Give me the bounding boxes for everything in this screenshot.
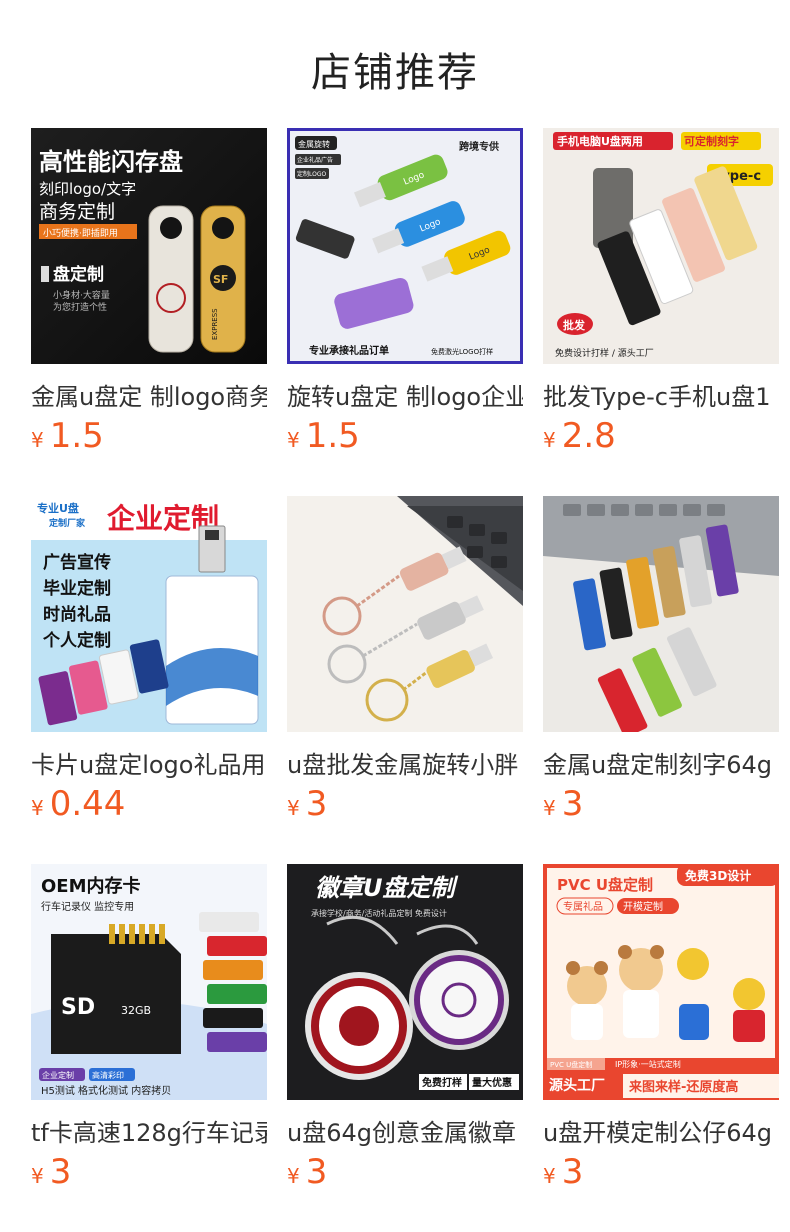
currency-symbol: ¥ (287, 796, 300, 820)
product-name[interactable]: u盘批发金属旋转小胖 (287, 745, 523, 780)
svg-text:来图来样-还原度高: 来图来样-还原度高 (628, 1079, 738, 1095)
svg-text:定制厂家: 定制厂家 (48, 517, 86, 529)
svg-text:刻印logo/文字: 刻印logo/文字 (39, 180, 136, 198)
product-name[interactable]: 金属u盘定 制logo商务礼品 (31, 377, 267, 412)
svg-text:OEM内存卡: OEM内存卡 (41, 875, 141, 897)
svg-text:行车记录仪 监控专用: 行车记录仪 监控专用 (41, 900, 134, 913)
price-value: 2.8 (561, 416, 616, 456)
product-name[interactable]: 卡片u盘定logo礼品用 (31, 745, 267, 780)
svg-text:跨境专供: 跨境专供 (459, 140, 499, 153)
svg-text:SF: SF (213, 273, 228, 286)
price-value: 3 (49, 1152, 72, 1192)
product-price: ¥1.5 (287, 416, 360, 456)
svg-text:为您打造个性: 为您打造个性 (53, 301, 107, 313)
image-headline: 高性能闪存盘 (39, 148, 183, 176)
product-image[interactable]: 高性能闪存盘 刻印logo/文字 商务定制 小巧便携·即插即用 盘定制 小身材·… (31, 128, 267, 364)
shop-recommend-page: 店铺推荐 高性能闪存盘 刻印logo/文字 商务定制 小巧便携·即插即用 盘定制… (0, 0, 790, 1232)
currency-symbol: ¥ (543, 428, 556, 452)
product-name[interactable]: u盘64g创意金属徽章 (287, 1113, 523, 1148)
price-value: 1.5 (305, 416, 360, 456)
svg-text:EXPRESS: EXPRESS (211, 308, 219, 340)
product-price: ¥2.8 (543, 416, 616, 456)
price-value: 3 (561, 1152, 584, 1192)
svg-text:免费设计打样 / 源头工厂: 免费设计打样 / 源头工厂 (555, 347, 654, 359)
svg-text:企业定制: 企业定制 (42, 1070, 74, 1080)
price-value: 3 (305, 1152, 328, 1192)
svg-text:广告宣传: 广告宣传 (43, 552, 111, 573)
product-image[interactable]: 手机电脑U盘两用 可定制刻字 Type-c 批发 免费设计打样 / 源头工厂 (543, 128, 779, 364)
product-image[interactable]: 专业U盘 定制厂家 企业定制 广告宣传 毕业定制 时尚礼品 个人定制 (31, 496, 267, 732)
product-price: ¥3 (31, 1152, 71, 1192)
product-image[interactable] (287, 496, 523, 732)
product-price: ¥3 (287, 784, 327, 824)
currency-symbol: ¥ (287, 1164, 300, 1188)
svg-text:小巧便携·即插即用: 小巧便携·即插即用 (43, 227, 118, 239)
currency-symbol: ¥ (31, 428, 44, 452)
svg-text:源头工厂: 源头工厂 (549, 1077, 605, 1094)
price-value: 1.5 (49, 416, 104, 456)
product-price: ¥3 (543, 784, 583, 824)
svg-text:个人定制: 个人定制 (42, 630, 111, 651)
svg-text:定制LOGO: 定制LOGO (297, 170, 327, 178)
product-name[interactable]: u盘开模定制公仔64g (543, 1113, 779, 1148)
svg-text:商务定制: 商务定制 (39, 201, 115, 223)
svg-text:量大优惠: 量大优惠 (472, 1076, 512, 1089)
svg-text:手机电脑U盘两用: 手机电脑U盘两用 (557, 134, 643, 148)
product-image[interactable]: 徽章U盘定制 承接学校/商务/活动礼品定制 免费设计 免费打样 量大优惠 (287, 864, 523, 1100)
svg-text:IP形象·一站式定制: IP形象·一站式定制 (615, 1059, 681, 1069)
svg-text:PVC U盘定制: PVC U盘定制 (557, 876, 653, 894)
svg-text:32GB: 32GB (121, 1004, 151, 1017)
product-name[interactable]: 金属u盘定制刻字64g (543, 745, 779, 780)
svg-text:H5测试 格式化测试 内容拷贝: H5测试 格式化测试 内容拷贝 (41, 1084, 171, 1097)
product-price: ¥0.44 (31, 784, 125, 824)
price-value: 3 (561, 784, 584, 824)
svg-text:SD: SD (61, 995, 95, 1020)
svg-text:免费打样: 免费打样 (422, 1076, 462, 1089)
product-price: ¥1.5 (31, 416, 104, 456)
currency-symbol: ¥ (31, 796, 44, 820)
product-name[interactable]: 批发Type-c手机u盘1 (543, 377, 779, 412)
section-title: 店铺推荐 (311, 50, 479, 96)
product-price: ¥3 (543, 1152, 583, 1192)
currency-symbol: ¥ (543, 796, 556, 820)
svg-text:企业礼品广告: 企业礼品广告 (297, 156, 333, 164)
svg-text:小身材·大容量: 小身材·大容量 (53, 289, 110, 301)
svg-text:高清彩印: 高清彩印 (92, 1070, 124, 1080)
svg-text:批发: 批发 (563, 318, 586, 332)
currency-symbol: ¥ (31, 1164, 44, 1188)
svg-text:PVC U盘定制: PVC U盘定制 (550, 1060, 592, 1069)
currency-symbol: ¥ (287, 428, 300, 452)
svg-text:专业承接礼品订单: 专业承接礼品订单 (309, 344, 389, 357)
product-name[interactable]: 旋转u盘定 制logo企业礼品 (287, 377, 523, 412)
svg-text:盘定制: 盘定制 (53, 264, 104, 285)
product-image[interactable]: PVC U盘定制 免费3D设计 专属礼品 开模定制 PVC U盘定制 IP形象·… (543, 864, 779, 1100)
svg-text:专属礼品: 专属礼品 (563, 900, 603, 913)
price-value: 0.44 (49, 784, 126, 824)
product-image[interactable]: OEM内存卡 行车记录仪 监控专用 SD 32GB 企业定制 高清彩印 H5测试… (31, 864, 267, 1100)
svg-text:承接学校/商务/活动礼品定制 免费设计: 承接学校/商务/活动礼品定制 免费设计 (311, 908, 447, 918)
product-price: ¥3 (287, 1152, 327, 1192)
svg-text:徽章U盘定制: 徽章U盘定制 (315, 874, 458, 902)
product-image[interactable] (543, 496, 779, 732)
currency-symbol: ¥ (543, 1164, 556, 1188)
svg-text:专业U盘: 专业U盘 (37, 501, 79, 515)
svg-text:金属旋转: 金属旋转 (298, 139, 330, 149)
price-value: 3 (305, 784, 328, 824)
svg-text:免费3D设计: 免费3D设计 (685, 868, 751, 883)
svg-text:开模定制: 开模定制 (623, 900, 663, 913)
svg-text:免费激光LOGO打样: 免费激光LOGO打样 (431, 347, 493, 356)
product-name[interactable]: tf卡高速128g行车记录 (31, 1113, 267, 1148)
svg-text:毕业定制: 毕业定制 (43, 578, 111, 599)
svg-text:可定制刻字: 可定制刻字 (684, 134, 739, 148)
product-image[interactable]: 金属旋转 企业礼品广告 定制LOGO 跨境专供 Logo Logo Logo 专… (287, 128, 523, 364)
svg-text:时尚礼品: 时尚礼品 (43, 604, 111, 625)
